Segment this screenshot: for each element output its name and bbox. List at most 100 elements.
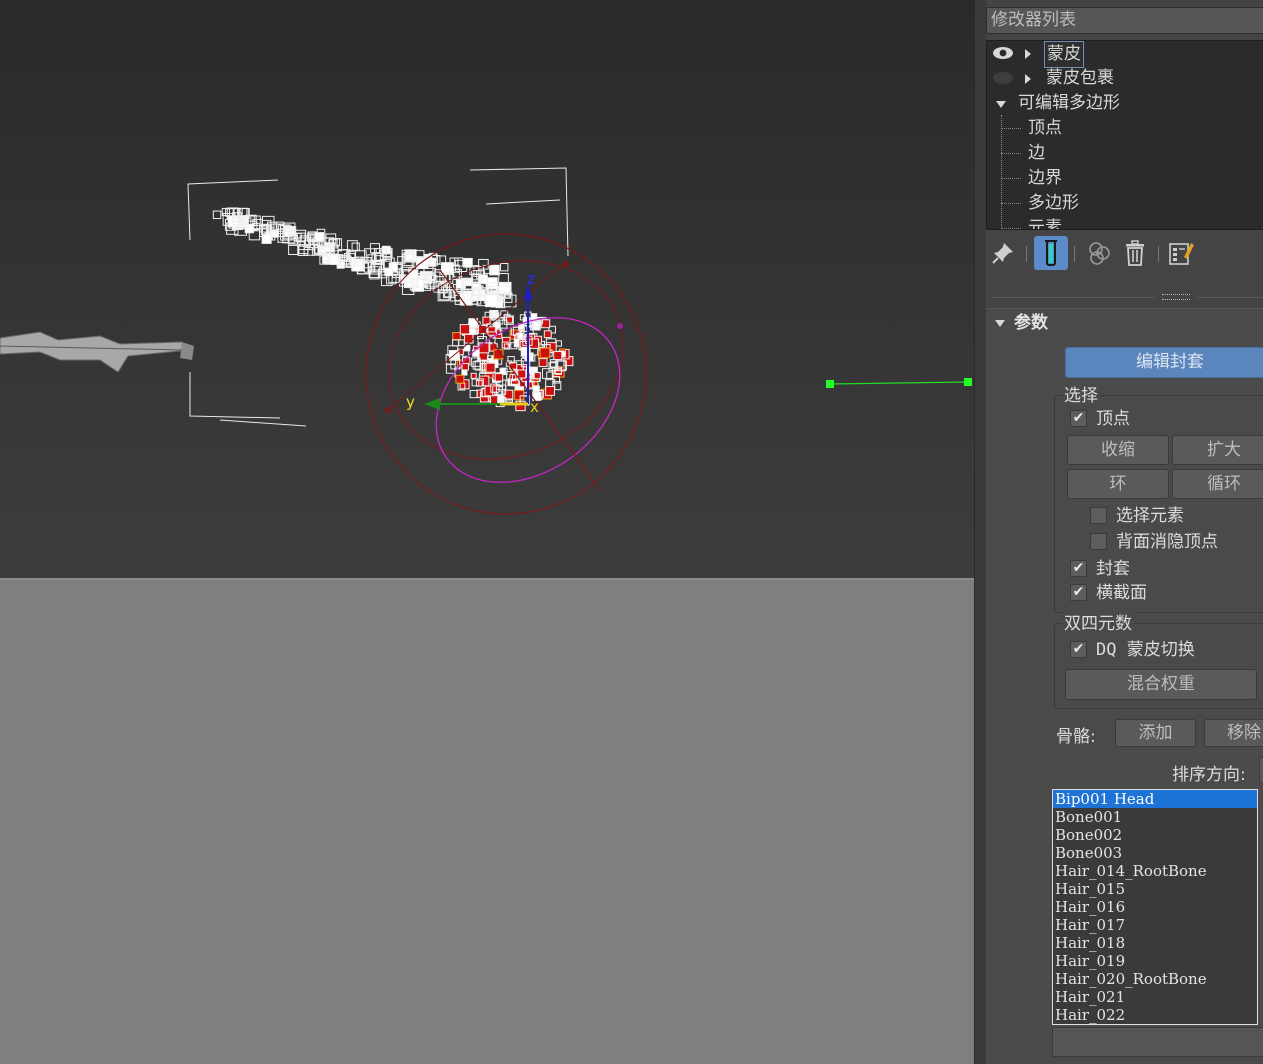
eye-off-icon[interactable] bbox=[992, 71, 1014, 85]
vertex-marker bbox=[517, 369, 527, 379]
vertex-marker bbox=[517, 332, 524, 339]
shrink-button[interactable]: 收缩 bbox=[1067, 435, 1169, 465]
subobject-label: 元素 bbox=[1028, 218, 1062, 230]
bone-list-item[interactable]: Hair_016 bbox=[1053, 898, 1257, 916]
show-end-result-icon bbox=[1045, 240, 1057, 266]
edit-envelopes-button[interactable]: 编辑封套 bbox=[1065, 347, 1263, 378]
vertex-marker bbox=[459, 324, 471, 335]
vertex-marker bbox=[498, 273, 509, 284]
perspective-viewport[interactable]: y z x bbox=[0, 0, 974, 1064]
rollout-resize-grip[interactable] bbox=[992, 294, 1263, 300]
toolbar-separator bbox=[1074, 246, 1075, 262]
remove-modifier-button[interactable] bbox=[1118, 236, 1152, 270]
axis-y-label: y bbox=[406, 393, 415, 411]
subobject-polygon[interactable]: 多边形 bbox=[987, 191, 1263, 216]
vertex-marker bbox=[542, 368, 553, 379]
vertex-marker bbox=[469, 328, 477, 335]
collapse-arrow-icon[interactable] bbox=[996, 101, 1006, 108]
rollout-title: 参数 bbox=[1014, 313, 1048, 333]
bones-label: 骨骼: bbox=[1056, 727, 1096, 747]
bone-list-item[interactable]: Hair_015 bbox=[1053, 880, 1257, 898]
vertex-marker bbox=[485, 294, 498, 308]
bones-listbox[interactable]: Bip001 Head Bone001 Bone002 Bone003 Hair_014… bbox=[1052, 789, 1258, 1025]
bone-list-item[interactable]: Hair_022 bbox=[1053, 1006, 1257, 1024]
bone-list-item[interactable]: Hair_021 bbox=[1053, 988, 1257, 1006]
bones-list-footer bbox=[1052, 1027, 1263, 1057]
blend-weights-button[interactable]: 混合权重 bbox=[1065, 669, 1257, 700]
checkbox-label: 顶点 bbox=[1096, 409, 1130, 429]
vertex-marker bbox=[478, 342, 490, 354]
add-bone-button[interactable]: 添加 bbox=[1115, 719, 1196, 747]
panel-divider[interactable] bbox=[974, 0, 986, 1064]
select-element-checkbox[interactable] bbox=[1090, 507, 1107, 524]
vertex-marker bbox=[452, 332, 461, 341]
make-unique-button[interactable] bbox=[1082, 236, 1116, 270]
weapon-mesh[interactable] bbox=[0, 331, 194, 373]
expand-arrow-icon[interactable] bbox=[1025, 74, 1031, 84]
grow-button[interactable]: 扩大 bbox=[1172, 435, 1263, 465]
remove-bone-button[interactable]: 移除 bbox=[1204, 719, 1263, 747]
vertex-marker bbox=[538, 358, 548, 368]
eye-icon[interactable] bbox=[992, 46, 1014, 60]
cross-sections-checkbox[interactable]: ✔ bbox=[1070, 584, 1087, 601]
bone-list-item[interactable]: Bone001 bbox=[1053, 808, 1257, 826]
ring-button[interactable]: 环 bbox=[1067, 469, 1169, 499]
group-title: 双四元数 bbox=[1062, 609, 1134, 634]
vertex-marker bbox=[555, 340, 562, 347]
bone-list-item[interactable]: Bip001 Head bbox=[1053, 790, 1257, 808]
vertex-marker bbox=[351, 242, 360, 251]
bone-list-item[interactable]: Bone003 bbox=[1053, 844, 1257, 862]
vertex-marker bbox=[500, 262, 509, 272]
vertex-marker bbox=[533, 372, 541, 380]
configure-modifier-sets-button[interactable] bbox=[1164, 236, 1198, 270]
bone-list-item[interactable]: Hair_014_RootBone bbox=[1053, 862, 1257, 880]
vertex-marker bbox=[472, 361, 482, 370]
bone-list-item[interactable]: Hair_020_RootBone bbox=[1053, 970, 1257, 988]
checkbox-label: 背面消隐顶点 bbox=[1116, 532, 1218, 552]
vertex-marker bbox=[463, 333, 474, 344]
bone-envelope[interactable] bbox=[360, 229, 651, 517]
vertex-marker bbox=[212, 210, 222, 220]
stack-item-editable-poly[interactable]: 可编辑多边形 bbox=[987, 91, 1263, 116]
sort-order-dropdown[interactable] bbox=[1259, 757, 1263, 783]
expand-arrow-icon[interactable] bbox=[1025, 49, 1031, 59]
bone-list-item[interactable]: Hair_019 bbox=[1053, 952, 1257, 970]
backface-cull-checkbox[interactable] bbox=[1090, 533, 1107, 550]
dq-toggle-checkbox[interactable]: ✔ bbox=[1070, 641, 1087, 658]
checkbox-label: 横截面 bbox=[1096, 583, 1147, 603]
modifier-list-dropdown[interactable]: 修改器列表 bbox=[986, 7, 1263, 34]
checkbox-label: DQ 蒙皮切换 bbox=[1096, 640, 1195, 660]
parameters-rollout-header[interactable]: 参数 bbox=[986, 309, 1263, 337]
modifier-stack[interactable]: 蒙皮 蒙皮包裹 可编辑多边形 顶点 边 边界 多边形 元素 bbox=[986, 40, 1263, 230]
subobject-border[interactable]: 边界 bbox=[987, 166, 1263, 191]
bone-list-item[interactable]: Hair_018 bbox=[1053, 934, 1257, 952]
vertex-marker bbox=[553, 351, 563, 361]
helper-line[interactable] bbox=[826, 378, 972, 388]
scene-view[interactable]: y z x bbox=[0, 0, 974, 1064]
vertices-checkbox[interactable]: ✔ bbox=[1070, 410, 1087, 427]
hair-mesh-vertices[interactable] bbox=[212, 207, 574, 412]
bone-list-item[interactable]: Bone002 bbox=[1053, 826, 1257, 844]
pin-stack-icon bbox=[992, 243, 1013, 264]
vertex-marker bbox=[497, 395, 505, 403]
subobject-vertex[interactable]: 顶点 bbox=[987, 116, 1263, 141]
parameters-rollout: 参数 编辑封套 选择 ✔ 顶点 收缩 扩大 环 循环 选择元素 背面消隐顶点 ✔… bbox=[986, 308, 1263, 1064]
stack-item-skin[interactable]: 蒙皮 bbox=[987, 41, 1263, 68]
vertex-marker bbox=[532, 385, 540, 393]
envelopes-checkbox[interactable]: ✔ bbox=[1070, 560, 1087, 577]
subobject-label: 边界 bbox=[1028, 168, 1062, 188]
subobject-element[interactable]: 元素 bbox=[987, 216, 1263, 230]
vertex-marker bbox=[470, 372, 477, 379]
loop-button[interactable]: 循环 bbox=[1172, 469, 1263, 499]
vertex-marker bbox=[314, 232, 325, 242]
vertex-marker bbox=[463, 257, 473, 268]
pin-stack-button[interactable] bbox=[986, 236, 1020, 270]
toolbar-separator bbox=[1158, 246, 1159, 262]
make-unique-icon bbox=[1089, 242, 1110, 265]
subobject-edge[interactable]: 边 bbox=[987, 141, 1263, 166]
stack-item-skin-wrap[interactable]: 蒙皮包裹 bbox=[987, 66, 1263, 91]
show-end-result-button[interactable] bbox=[1034, 236, 1068, 270]
vertex-marker bbox=[494, 373, 504, 382]
vertex-marker bbox=[482, 316, 491, 325]
bone-list-item[interactable]: Hair_017 bbox=[1053, 916, 1257, 934]
